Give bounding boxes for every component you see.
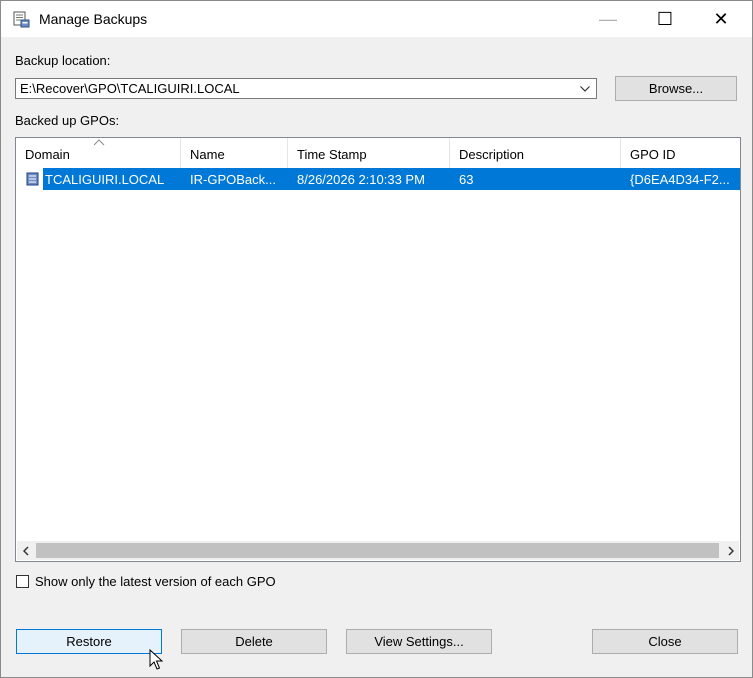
close-button[interactable]: Close: [592, 629, 738, 654]
latest-only-checkbox[interactable]: [16, 575, 29, 588]
browse-button[interactable]: Browse...: [615, 76, 737, 101]
scroll-right-icon[interactable]: [722, 541, 739, 560]
chevron-down-icon[interactable]: [576, 79, 594, 98]
column-header-gpo-id[interactable]: GPO ID: [621, 138, 740, 168]
backup-location-value: E:\Recover\GPO\TCALIGUIRI.LOCAL: [20, 81, 240, 96]
cell-name: IR-GPOBack...: [181, 168, 288, 190]
window-title: Manage Backups: [39, 11, 148, 27]
latest-only-label[interactable]: Show only the latest version of each GPO: [35, 574, 276, 589]
gpo-backup-app-icon: [13, 11, 30, 28]
title-bar: Manage Backups — ☐ ✕: [1, 1, 752, 37]
backup-location-label: Backup location:: [15, 53, 111, 68]
manage-backups-dialog: Manage Backups — ☐ ✕ Backup location: E:…: [0, 0, 753, 678]
backup-location-combobox[interactable]: E:\Recover\GPO\TCALIGUIRI.LOCAL: [15, 78, 597, 99]
column-header-description[interactable]: Description: [450, 138, 621, 168]
backups-list[interactable]: Domain Name Time Stamp Description GPO I…: [15, 137, 741, 562]
mouse-pointer-icon: [149, 649, 164, 670]
sort-ascending-icon: [93, 139, 105, 146]
column-header-domain[interactable]: Domain: [16, 138, 181, 168]
table-row[interactable]: TCALIGUIRI.LOCAL IR-GPOBack... 8/26/2026…: [16, 168, 740, 190]
backed-up-gpos-label: Backed up GPOs:: [15, 113, 120, 128]
scrollbar-thumb[interactable]: [36, 543, 719, 558]
restore-button[interactable]: Restore: [16, 629, 162, 654]
cell-description: 63: [450, 168, 621, 190]
horizontal-scrollbar[interactable]: [17, 541, 739, 560]
list-header: Domain Name Time Stamp Description GPO I…: [16, 138, 740, 168]
cell-time-stamp: 8/26/2026 2:10:33 PM: [288, 168, 450, 190]
gpo-scroll-icon: [26, 172, 39, 186]
scroll-left-icon[interactable]: [17, 541, 34, 560]
cell-gpo-id: {D6EA4D34-F2...: [621, 168, 740, 190]
delete-button[interactable]: Delete: [181, 629, 327, 654]
close-window-button[interactable]: ✕: [698, 1, 744, 37]
cell-domain: TCALIGUIRI.LOCAL: [43, 168, 181, 190]
column-header-time-stamp[interactable]: Time Stamp: [288, 138, 450, 168]
maximize-button[interactable]: ☐: [642, 1, 688, 37]
column-header-name[interactable]: Name: [181, 138, 288, 168]
view-settings-button[interactable]: View Settings...: [346, 629, 492, 654]
minimize-button[interactable]: —: [585, 1, 631, 37]
